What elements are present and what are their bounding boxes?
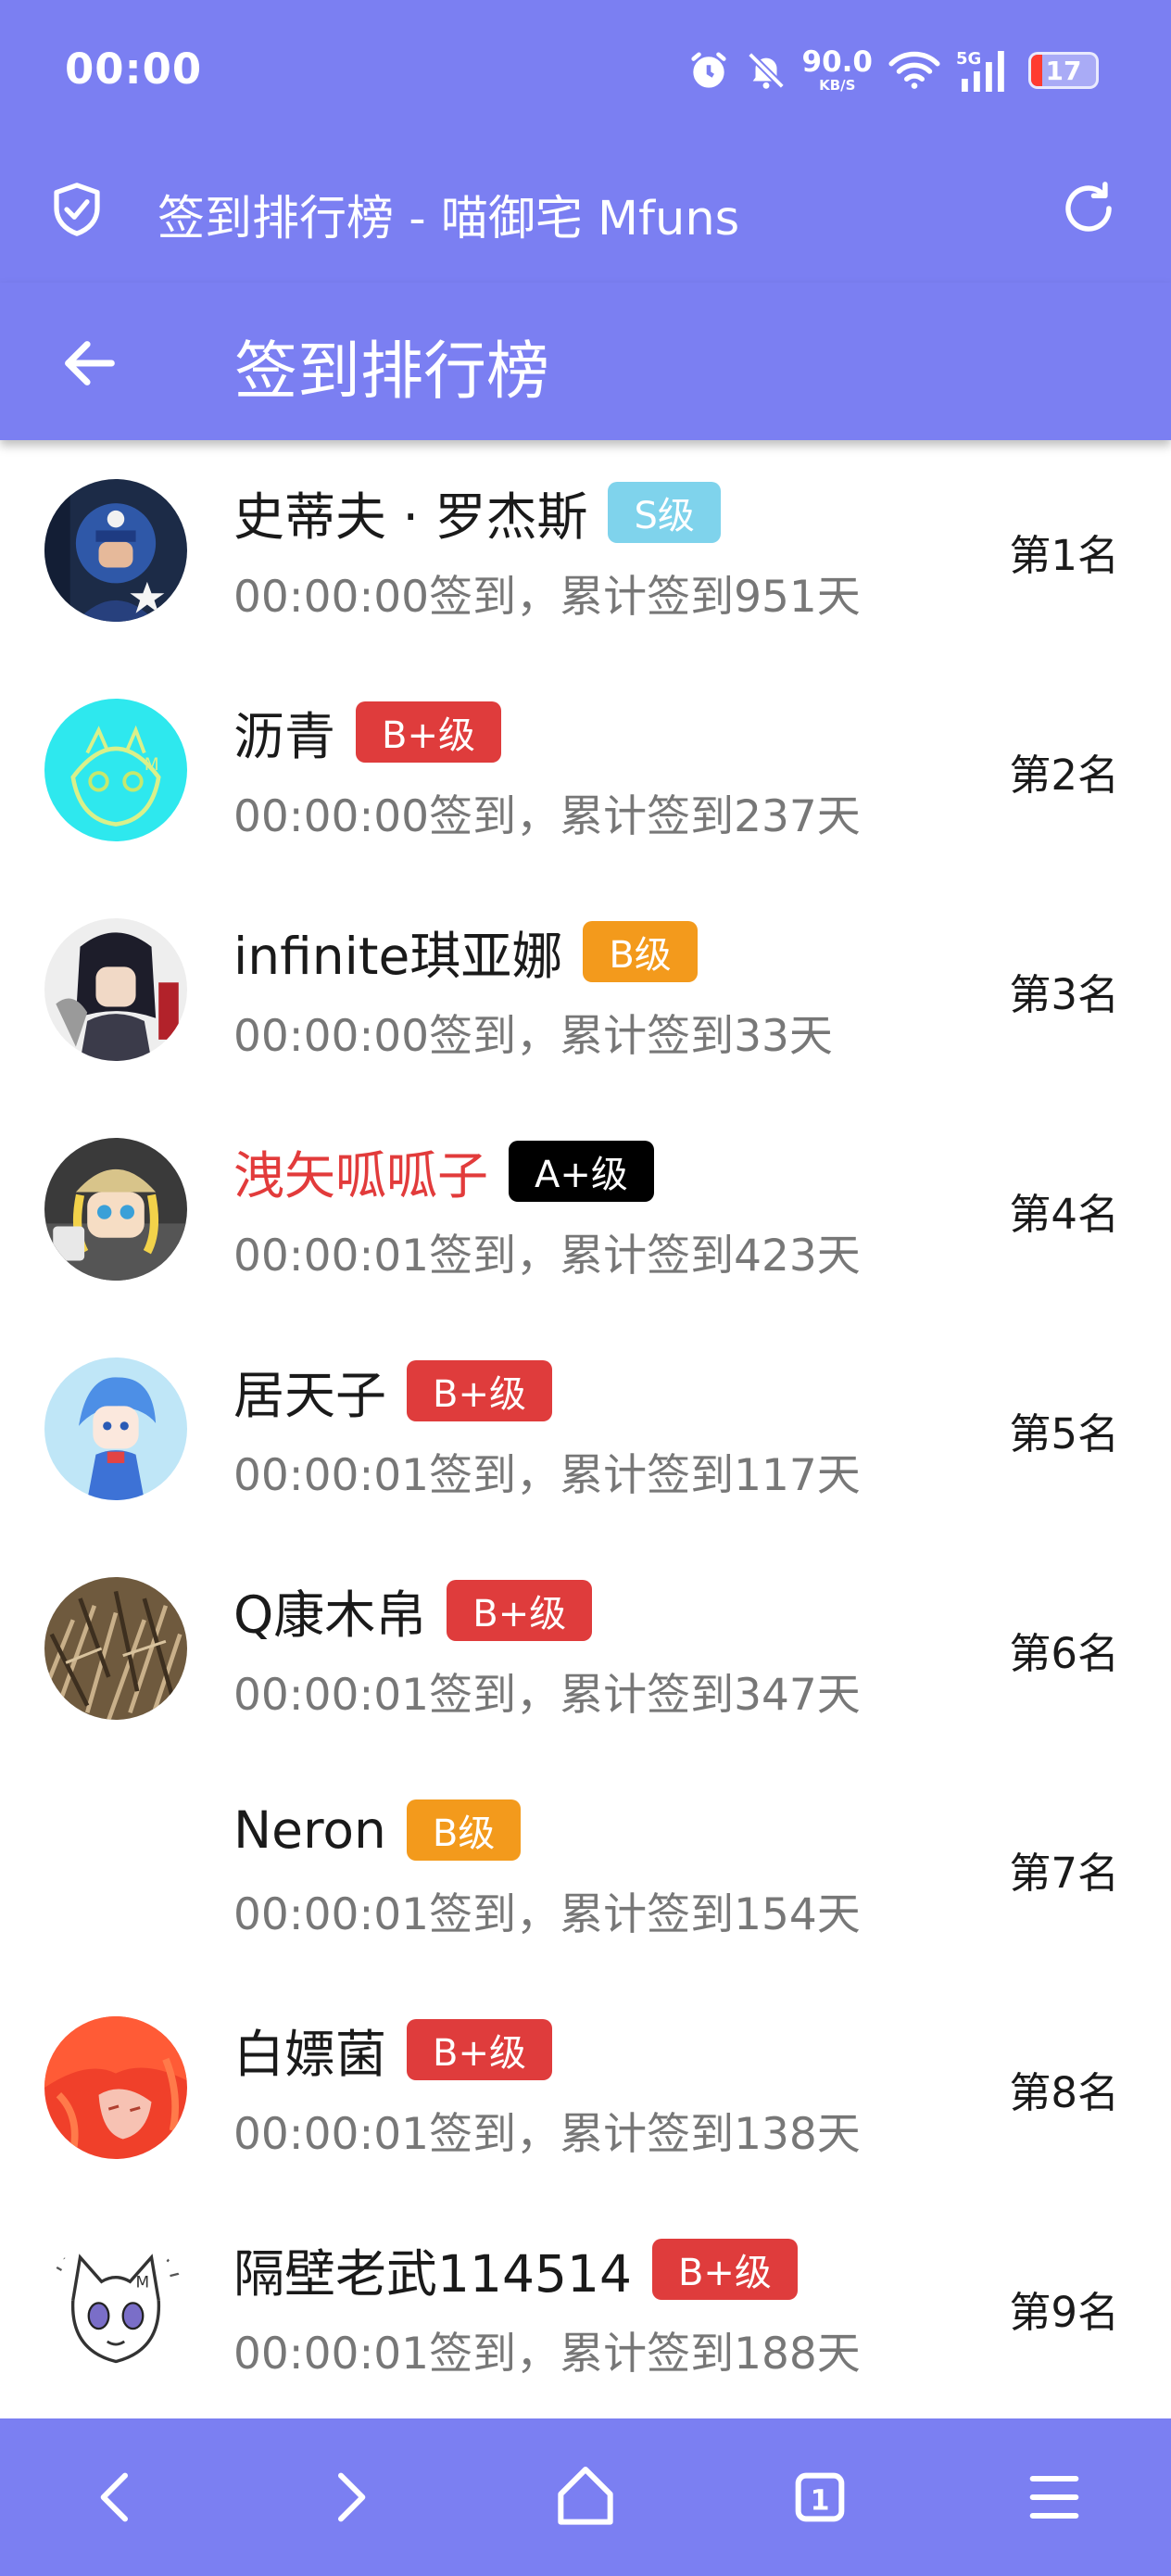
back-chevron-icon[interactable] [79, 2460, 153, 2534]
leaderboard-row[interactable]: 白嫖菌 B+级 00:00:01签到，累计签到138天 第8名 [0, 1977, 1171, 2197]
leaderboard-row[interactable]: 居天子 B+级 00:00:01签到，累计签到117天 第5名 [0, 1319, 1171, 1538]
header-title: 签到排行榜 [234, 335, 550, 409]
rank-label: 第9名 [1009, 2288, 1119, 2337]
net-speed-value: 90.0 [801, 45, 874, 79]
level-badge: B+级 [447, 1580, 593, 1641]
level-badge: B级 [406, 1799, 522, 1861]
leaderboard-row[interactable]: 史蒂夫 · 罗杰斯 S级 00:00:00签到，累计签到951天 第1名 [0, 440, 1171, 660]
rank-label: 第1名 [1009, 531, 1119, 580]
reload-icon[interactable] [1058, 178, 1119, 239]
signal-icon: 5G [956, 49, 1004, 92]
user-name[interactable]: 隔壁老武114514 [233, 2232, 632, 2306]
mute-bell-icon [747, 52, 785, 89]
leaderboard-row[interactable]: infinite琪亚娜 B级 00:00:00签到，累计签到33天 第3名 [0, 879, 1171, 1099]
level-badge: B+级 [407, 2019, 552, 2080]
sketch-cat-girl-avatar[interactable]: M [44, 2236, 187, 2379]
home-icon[interactable] [548, 2460, 623, 2534]
user-name-line: 沥青 B+级 [233, 699, 501, 766]
user-name[interactable]: 沥青 [233, 695, 335, 769]
user-name-line: 隔壁老武114514 B+级 [233, 2236, 798, 2304]
browser-title-bar: 签到排行榜 - 喵御宅 Mfuns [0, 139, 1171, 283]
status-bar: 00:00 90.0 KB/S 5G 17 [0, 0, 1171, 139]
forward-chevron-icon[interactable] [313, 2460, 387, 2534]
rank-label: 第5名 [1009, 1409, 1119, 1458]
user-name-line: 史蒂夫 · 罗杰斯 S级 [233, 479, 721, 547]
user-name[interactable]: 洩矢呱呱子 [233, 1134, 488, 1208]
status-icons: 90.0 KB/S 5G 17 [687, 43, 1099, 98]
leaderboard-row[interactable]: M 隔壁老武114514 B+级 00:00:01签到，累计签到188天 第9名 [0, 2197, 1171, 2417]
shield-check-icon[interactable] [46, 179, 107, 240]
rank-label: 第6名 [1009, 1629, 1119, 1678]
captain-america-avatar[interactable] [44, 479, 187, 622]
user-name-line: 洩矢呱呱子 A+级 [233, 1138, 654, 1206]
menu-icon[interactable] [1017, 2460, 1091, 2534]
wifi-icon [888, 51, 940, 89]
level-badge: S级 [608, 482, 721, 543]
blank-avatar[interactable] [44, 1797, 187, 1939]
net-speed-unit: KB/S [819, 77, 856, 94]
figure-doll-avatar[interactable] [44, 1138, 187, 1281]
cyan-anime-avatar[interactable]: M [44, 699, 187, 841]
rank-label: 第2名 [1009, 751, 1119, 800]
user-name-line: infinite琪亚娜 B级 [233, 918, 698, 986]
status-time: 00:00 [65, 44, 203, 94]
rank-label: 第3名 [1009, 970, 1119, 1019]
rank-label: 第7名 [1009, 1849, 1119, 1898]
level-badge: B+级 [651, 2239, 798, 2300]
user-name[interactable]: Q康木帛 [233, 1573, 426, 1648]
leaderboard-list[interactable]: 史蒂夫 · 罗杰斯 S级 00:00:00签到，累计签到951天 第1名 M 沥… [0, 440, 1171, 2418]
user-name-line: Neron B级 [233, 1797, 522, 1863]
bottom-nav-bar: 1 [0, 2418, 1171, 2576]
checkin-info: 00:00:01签到，累计签到188天 [233, 2329, 861, 2380]
user-name[interactable]: infinite琪亚娜 [233, 915, 562, 989]
alarm-icon [690, 52, 726, 88]
dry-grass-avatar[interactable] [44, 1577, 187, 1720]
user-name[interactable]: 白嫖菌 [233, 2013, 386, 2087]
level-badge: A+级 [509, 1141, 654, 1202]
user-name[interactable]: Neron [233, 1800, 386, 1860]
blue-fairy-avatar[interactable] [44, 1357, 187, 1500]
leaderboard-row[interactable]: M 沥青 B+级 00:00:00签到，累计签到237天 第2名 [0, 660, 1171, 879]
checkin-info: 00:00:01签到，累计签到347天 [233, 1670, 861, 1721]
tabs-icon[interactable]: 1 [783, 2460, 857, 2534]
checkin-info: 00:00:00签到，累计签到33天 [233, 1011, 833, 1062]
tab-count: 1 [811, 2484, 830, 2517]
arrow-left-icon[interactable] [57, 331, 122, 396]
leaderboard-row[interactable]: Neron B级 00:00:01签到，累计签到154天 第7名 [0, 1758, 1171, 1977]
level-badge: B+级 [356, 701, 501, 763]
leaderboard-row[interactable]: 洩矢呱呱子 A+级 00:00:01签到，累计签到423天 第4名 [0, 1099, 1171, 1319]
leaderboard-row[interactable]: Q康木帛 B+级 00:00:01签到，累计签到347天 第6名 [0, 1538, 1171, 1758]
user-name-line: 居天子 B+级 [233, 1357, 552, 1425]
user-name-line: 白嫖菌 B+级 [233, 2016, 552, 2084]
level-badge: B级 [583, 921, 698, 982]
app-header: 签到排行榜 [0, 283, 1171, 440]
svg-text:M: M [145, 755, 159, 775]
user-name[interactable]: 史蒂夫 · 罗杰斯 [233, 475, 587, 549]
user-name-line: Q康木帛 B+级 [233, 1577, 593, 1645]
checkin-info: 00:00:01签到，累计签到138天 [233, 2109, 861, 2160]
level-badge: B+级 [407, 1360, 552, 1421]
page-title[interactable]: 签到排行榜 - 喵御宅 Mfuns [157, 180, 739, 248]
battery-level: 17 [1045, 55, 1082, 86]
red-hair-avatar[interactable] [44, 2016, 187, 2159]
net-speed: 90.0 KB/S [802, 48, 874, 93]
battery-icon: 17 [1028, 52, 1099, 89]
dark-hair-anime-avatar[interactable] [44, 918, 187, 1061]
checkin-info: 00:00:01签到，累计签到117天 [233, 1450, 861, 1501]
user-name[interactable]: 居天子 [233, 1354, 386, 1428]
checkin-info: 00:00:00签到，累计签到951天 [233, 572, 861, 623]
checkin-info: 00:00:01签到，累计签到423天 [233, 1231, 861, 1282]
rank-label: 第8名 [1009, 2068, 1119, 2117]
checkin-info: 00:00:01签到，累计签到154天 [233, 1889, 861, 1940]
signal-label: 5G [956, 49, 981, 69]
rank-label: 第4名 [1009, 1190, 1119, 1239]
svg-text:M: M [136, 2272, 150, 2291]
checkin-info: 00:00:00签到，累计签到237天 [233, 791, 861, 842]
